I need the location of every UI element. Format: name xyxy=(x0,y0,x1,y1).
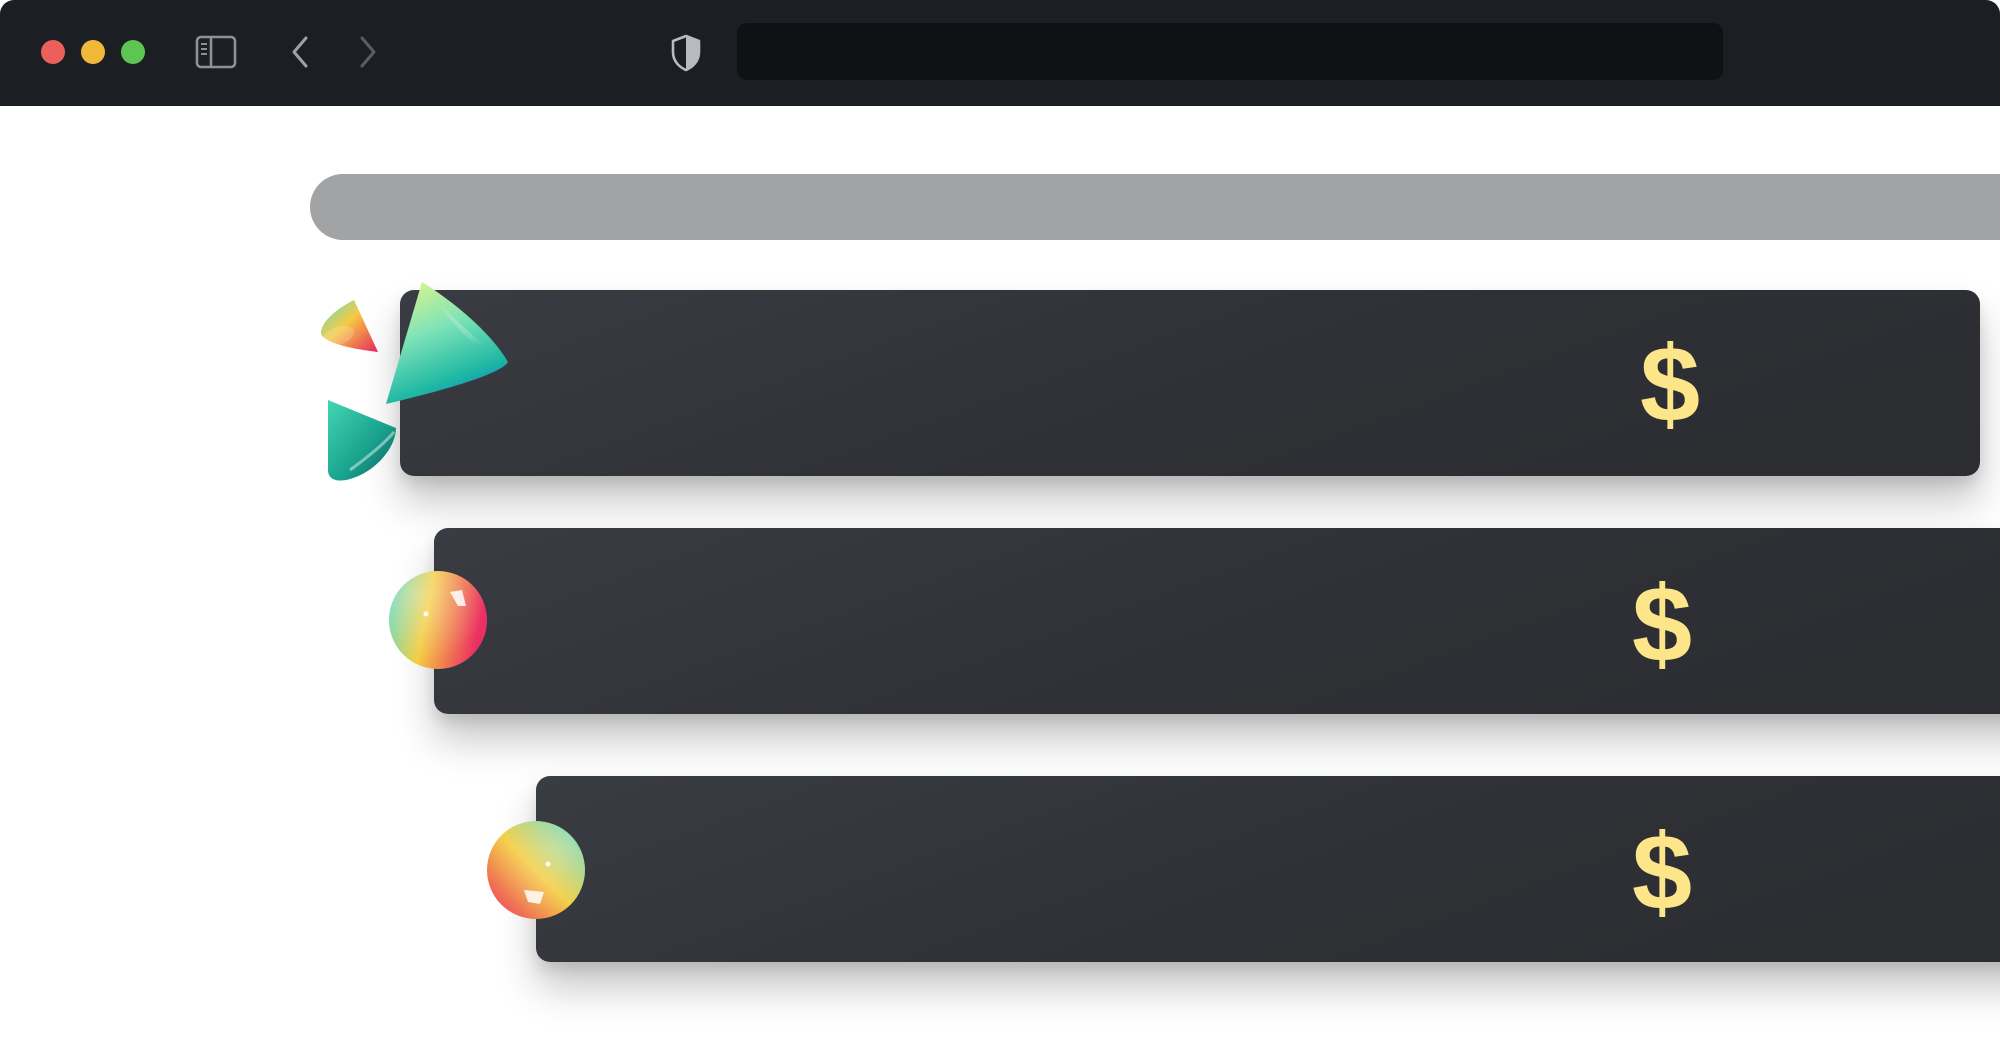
page: $ $ $ xyxy=(0,0,2000,1038)
close-window-button[interactable] xyxy=(41,40,65,64)
cone-icon xyxy=(382,278,514,408)
sidebar-icon[interactable] xyxy=(195,34,237,70)
cone-icon xyxy=(316,296,380,356)
browser-toolbar xyxy=(0,0,2000,106)
chevron-left-icon[interactable] xyxy=(286,32,316,72)
chevron-right-icon[interactable] xyxy=(352,32,382,72)
search-bar[interactable] xyxy=(310,174,2000,240)
maximize-window-button[interactable] xyxy=(121,40,145,64)
minimize-window-button[interactable] xyxy=(81,40,105,64)
cone-icon xyxy=(324,398,400,482)
address-bar[interactable] xyxy=(737,23,1723,80)
sphere-icon xyxy=(388,570,488,670)
price-symbol: $ xyxy=(1640,323,1701,444)
plan-card[interactable]: $ xyxy=(536,776,2000,962)
shield-icon[interactable] xyxy=(670,34,702,72)
price-symbol: $ xyxy=(1632,563,1693,684)
plan-card[interactable]: $ xyxy=(400,290,1980,476)
plan-card[interactable]: $ xyxy=(434,528,2000,714)
price-symbol: $ xyxy=(1632,811,1693,932)
sphere-icon xyxy=(486,820,586,920)
